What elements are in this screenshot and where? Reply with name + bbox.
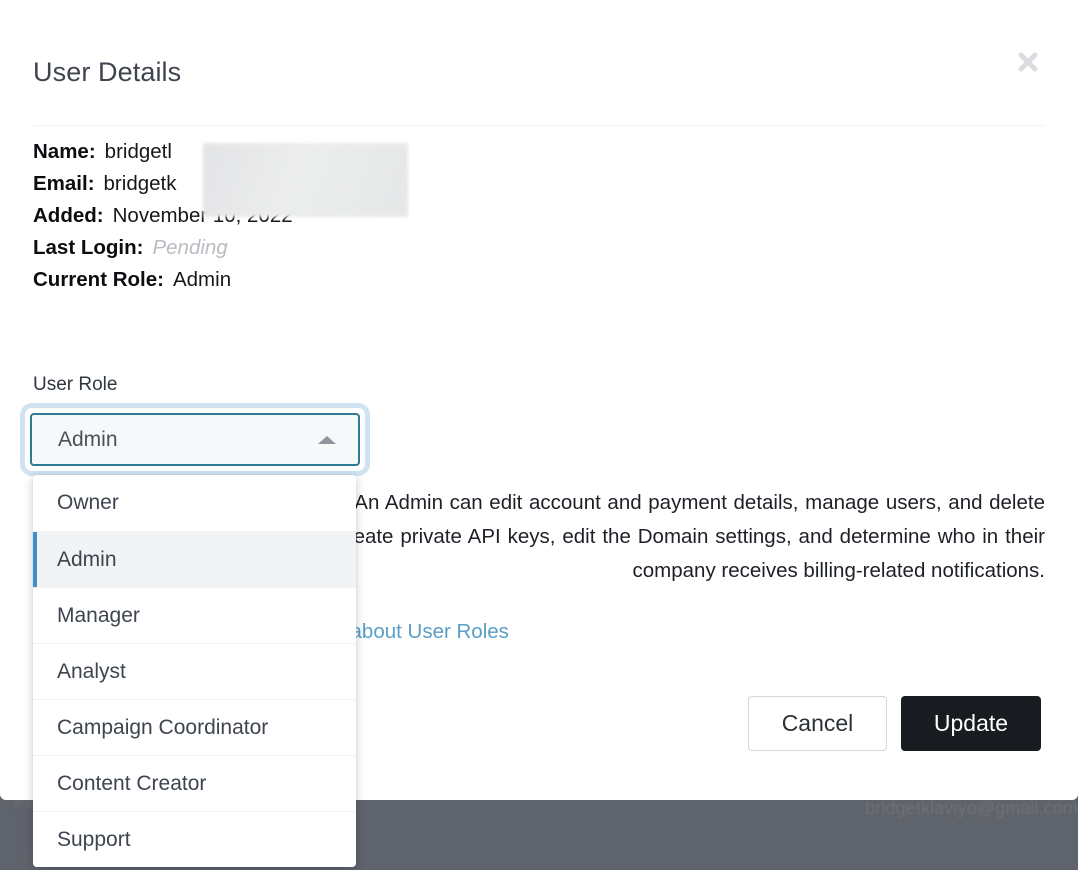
user-role-select-wrapper: Admin bbox=[25, 408, 365, 471]
list-item[interactable]: Content Creator bbox=[33, 755, 356, 811]
list-item[interactable]: Campaign Coordinator bbox=[33, 699, 356, 755]
user-role-select[interactable]: Admin bbox=[30, 413, 360, 466]
list-item[interactable]: Manager bbox=[33, 587, 356, 643]
detail-label: Name: bbox=[33, 136, 96, 168]
detail-value: bridgetl bbox=[105, 136, 172, 168]
user-role-label: User Role bbox=[33, 374, 117, 396]
list-item[interactable]: Admin bbox=[33, 531, 356, 587]
user-role-selected-value: Admin bbox=[58, 428, 118, 452]
detail-value: bridgetk bbox=[104, 168, 177, 200]
list-item[interactable]: Analyst bbox=[33, 643, 356, 699]
list-item[interactable]: Owner bbox=[33, 475, 356, 531]
modal-footer: Cancel Update bbox=[748, 696, 1041, 751]
table-row: Last Login: Pending bbox=[33, 232, 293, 264]
status-badge: Pending bbox=[152, 232, 227, 264]
detail-label: Added: bbox=[33, 200, 104, 232]
table-row: Current Role: Admin bbox=[33, 264, 293, 296]
detail-label: Current Role: bbox=[33, 264, 164, 296]
detail-label: Email: bbox=[33, 168, 95, 200]
detail-value: Admin bbox=[173, 264, 231, 296]
user-role-dropdown-list: Owner Admin Manager Analyst Campaign Coo… bbox=[33, 475, 356, 867]
close-icon[interactable] bbox=[1006, 40, 1050, 84]
detail-label: Last Login: bbox=[33, 232, 143, 264]
chevron-up-icon bbox=[316, 433, 338, 447]
update-button[interactable]: Update bbox=[901, 696, 1041, 751]
redaction-overlay bbox=[203, 143, 408, 217]
list-item[interactable]: Support bbox=[33, 811, 356, 867]
backdrop-account-email: bridgetklaviyo@gmail.com bbox=[865, 798, 1078, 819]
cancel-button[interactable]: Cancel bbox=[748, 696, 887, 751]
title-divider bbox=[33, 125, 1045, 126]
page-title: User Details bbox=[33, 57, 181, 88]
